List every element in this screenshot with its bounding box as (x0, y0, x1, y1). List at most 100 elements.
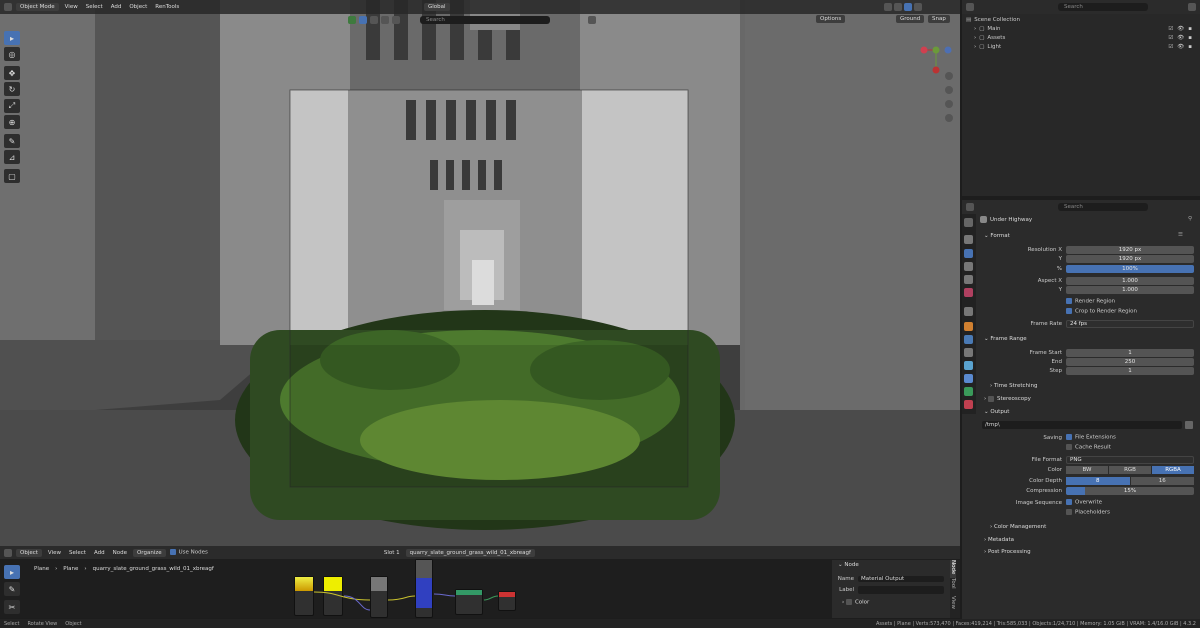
tab-tool[interactable]: Tool (950, 578, 956, 596)
overwrite-checkbox[interactable]: Overwrite (1066, 499, 1102, 506)
menu-object[interactable]: Object (127, 4, 149, 10)
cache-result-checkbox[interactable]: Cache Result (1066, 444, 1111, 451)
shading-buttons[interactable] (884, 3, 922, 11)
output-tab-icon[interactable] (964, 249, 973, 258)
chevron-right-icon[interactable]: › (974, 44, 976, 50)
aspect-x-field[interactable]: 1.000 (1066, 276, 1194, 285)
modifier-tab-icon[interactable] (964, 335, 973, 344)
color-bw-option[interactable]: BW (1066, 465, 1108, 474)
organize-button[interactable]: Organize (132, 548, 166, 557)
data-tab-icon[interactable] (964, 387, 973, 396)
filter-icon[interactable] (588, 16, 596, 24)
menu-select[interactable]: Select (84, 4, 105, 10)
time-stretching-header[interactable]: › Time Stretching (978, 381, 1196, 391)
output-path-field[interactable]: /tmp\ (982, 421, 1182, 429)
panel-metadata-header[interactable]: › Metadata (978, 535, 1196, 545)
view-layer-tab-icon[interactable] (964, 262, 973, 271)
editor-type-icon[interactable] (966, 203, 974, 211)
pin-icon[interactable]: ⚲ (1188, 216, 1192, 222)
aspect-y-field[interactable]: 1.000 (1066, 285, 1194, 294)
camera-icon[interactable]: ▪ (1188, 35, 1192, 41)
viewport-search[interactable]: Search (420, 16, 550, 24)
node-name-field[interactable]: Material Output (858, 575, 944, 582)
color-rgb-option[interactable]: RGB (1109, 465, 1151, 474)
snap-target[interactable]: Ground (896, 15, 925, 23)
checkbox-icon[interactable]: ☑ (1168, 35, 1173, 41)
checkbox-icon[interactable]: ☑ (1168, 44, 1173, 50)
filter-icon[interactable] (1188, 3, 1196, 11)
chevron-right-icon[interactable]: › (974, 35, 976, 41)
node-tool-links[interactable]: ✂ (4, 600, 20, 614)
tool-scale[interactable]: ⤢ (4, 99, 20, 113)
crop-checkbox[interactable]: Crop to Render Region (1066, 308, 1137, 315)
file-format-select[interactable]: PNG (1066, 455, 1194, 464)
mode-select[interactable]: Object Mode (16, 3, 59, 11)
constraints-tab-icon[interactable] (964, 374, 973, 383)
depth-16-option[interactable]: 16 (1130, 476, 1194, 485)
collection-tab-icon[interactable] (964, 307, 973, 316)
select-box-icon[interactable] (359, 16, 367, 24)
scene-tab-icon[interactable] (964, 275, 973, 284)
checkbox-icon[interactable]: ☑ (1168, 26, 1173, 32)
frame-start-field[interactable]: 1 (1066, 348, 1194, 357)
camera-icon[interactable]: ▪ (1188, 44, 1192, 50)
editor-type-icon[interactable] (966, 3, 974, 11)
panel-output-header[interactable]: ⌄ Output (978, 407, 1196, 417)
perspective-icon[interactable] (945, 114, 953, 122)
file-extensions-checkbox[interactable]: File Extensions (1066, 434, 1116, 441)
folder-icon[interactable] (1185, 421, 1193, 429)
viewport[interactable]: Object Mode View Select Add Object RenTo… (0, 0, 960, 546)
menu-view[interactable]: View (46, 550, 63, 556)
frame-end-field[interactable]: 250 (1066, 357, 1194, 366)
color-rgba-option[interactable]: RGBA (1152, 465, 1194, 474)
tab-node[interactable]: Node (950, 560, 956, 578)
use-nodes-checkbox[interactable]: Use Nodes (169, 549, 208, 556)
slot-select[interactable]: Slot 1 (382, 550, 402, 556)
panel-post-processing-header[interactable]: › Post Processing (978, 547, 1196, 557)
render-tab-icon[interactable] (964, 235, 973, 244)
frame-rate-select[interactable]: 24 fps (1066, 319, 1194, 328)
panel-format-header[interactable]: ⌄ Format (978, 231, 1196, 241)
tool-transform[interactable]: ⊕ (4, 115, 20, 129)
snap-toggle[interactable]: Snap (928, 15, 950, 23)
zoom-icon[interactable] (945, 72, 953, 80)
menu-add[interactable]: Add (92, 550, 107, 556)
camera-icon[interactable]: ▪ (1188, 26, 1192, 32)
outliner-root[interactable]: ▤ Scene Collection (962, 15, 1200, 24)
tool-select-box[interactable]: ▸ (4, 31, 20, 45)
tool-measure[interactable]: ⊿ (4, 150, 20, 164)
panel-stereoscopy-header[interactable]: › Stereoscopy (978, 394, 1196, 404)
menu-add[interactable]: Add (109, 4, 124, 10)
menu-select[interactable]: Select (67, 550, 88, 556)
material-select[interactable]: quarry_slate_ground_grass_wild_01_xbreag… (405, 548, 535, 557)
transform-orientation[interactable]: Global (424, 3, 450, 11)
editor-type-icon[interactable] (4, 548, 12, 557)
eye-icon[interactable]: 👁 (1177, 35, 1184, 41)
tab-view[interactable]: View (950, 596, 956, 614)
resolution-y-field[interactable]: 1920 px (1066, 254, 1194, 263)
menu-node[interactable]: Node (111, 550, 129, 556)
node-label-field[interactable] (858, 585, 944, 594)
material-tab-icon[interactable] (964, 400, 973, 409)
node-tool-select[interactable]: ▸ (4, 565, 20, 579)
tool-add-cube[interactable]: ▢ (4, 169, 20, 183)
frame-step-field[interactable]: 1 (1066, 366, 1194, 375)
resolution-pct-field[interactable]: 100% (1066, 264, 1194, 273)
outliner-search[interactable]: Search (1058, 3, 1148, 11)
visibility-icon[interactable] (348, 16, 356, 24)
object-tab-icon[interactable] (964, 322, 973, 331)
camera-view-icon[interactable] (945, 100, 953, 108)
tool-move[interactable]: ✥ (4, 66, 20, 80)
shader-type-select[interactable]: Object (16, 548, 42, 557)
stereoscopy-checkbox[interactable] (987, 396, 994, 402)
resolution-x-field[interactable]: 1920 px (1066, 245, 1194, 254)
select-mode-icon[interactable] (370, 16, 378, 24)
eye-icon[interactable]: 👁 (1177, 44, 1184, 50)
chevron-right-icon[interactable]: › (974, 26, 976, 32)
select-mode-icon[interactable] (381, 16, 389, 24)
node-panel-header[interactable]: ⌄ Node (832, 560, 950, 570)
node-color-header[interactable]: › Color (832, 599, 950, 606)
menu-view[interactable]: View (63, 4, 80, 10)
options-button[interactable]: Options (816, 15, 846, 23)
select-mode-icon[interactable] (392, 16, 400, 24)
